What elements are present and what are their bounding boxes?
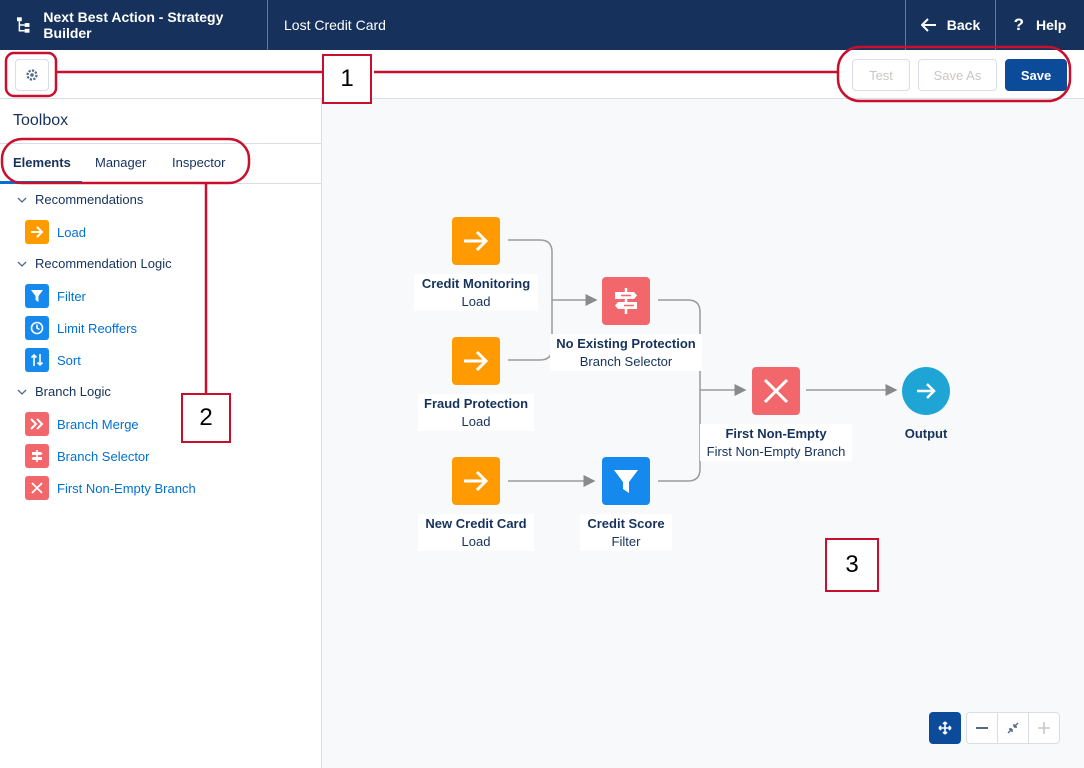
signpost-icon bbox=[25, 444, 49, 468]
app-title: Next Best Action - Strategy Builder bbox=[43, 9, 224, 41]
toolbox-title: Toolbox bbox=[13, 112, 69, 129]
node-new-credit-card[interactable] bbox=[452, 457, 500, 505]
group-recommendations[interactable]: Recommendations bbox=[15, 192, 143, 207]
group-recommendation-logic[interactable]: Recommendation Logic bbox=[15, 256, 172, 271]
toolbox-item-branch-selector[interactable]: Branch Selector bbox=[25, 444, 150, 468]
item-label: Limit Reoffers bbox=[57, 320, 137, 336]
node-output[interactable] bbox=[902, 367, 950, 415]
chevron-down-icon bbox=[17, 389, 27, 395]
tab-manager[interactable]: Manager bbox=[95, 155, 146, 170]
sort-icon bbox=[25, 348, 49, 372]
node-first-non-empty[interactable] bbox=[752, 367, 800, 415]
back-button[interactable]: Back bbox=[905, 0, 995, 50]
arrow-right-icon bbox=[917, 383, 936, 399]
arrow-right-icon bbox=[464, 470, 489, 492]
node-credit-monitoring[interactable] bbox=[452, 217, 500, 265]
callout-1: 1 bbox=[322, 54, 372, 104]
clock-icon bbox=[25, 316, 49, 340]
node-label-credit-score: Credit Score Filter bbox=[580, 514, 672, 551]
node-label-credit-monitoring: Credit Monitoring Load bbox=[414, 274, 538, 311]
node-name: Credit Monitoring bbox=[421, 276, 531, 291]
zoom-controls bbox=[966, 712, 1060, 744]
node-name: First Non-Empty bbox=[725, 426, 827, 441]
item-label: Branch Merge bbox=[57, 416, 139, 432]
signpost-icon bbox=[615, 288, 637, 314]
save-as-button[interactable]: Save As bbox=[918, 59, 997, 91]
toolbox-item-filter[interactable]: Filter bbox=[25, 284, 86, 308]
node-label-fraud-protection: Fraud Protection Load bbox=[418, 394, 534, 431]
node-name: Output bbox=[904, 426, 948, 441]
move-icon bbox=[938, 721, 952, 735]
toolbox-item-load[interactable]: Load bbox=[25, 220, 86, 244]
node-type: First Non-Empty Branch bbox=[706, 444, 846, 459]
zoom-out-button[interactable] bbox=[967, 713, 998, 743]
toolbox-item-sort[interactable]: Sort bbox=[25, 348, 81, 372]
back-label: Back bbox=[946, 17, 981, 33]
filter-icon bbox=[25, 284, 49, 308]
save-button[interactable]: Save bbox=[1005, 59, 1067, 91]
tab-elements[interactable]: Elements bbox=[13, 155, 71, 170]
chevron-down-icon bbox=[17, 197, 27, 203]
app-title-area: Next Best Action - Strategy Builder bbox=[0, 0, 268, 50]
node-fraud-protection[interactable] bbox=[452, 337, 500, 385]
node-type: Branch Selector bbox=[579, 354, 673, 369]
filter-icon bbox=[614, 470, 638, 493]
x-icon bbox=[25, 476, 49, 500]
arrow-right-icon bbox=[464, 350, 489, 372]
help-button[interactable]: ? Help bbox=[995, 0, 1084, 50]
plus-icon bbox=[1038, 722, 1050, 734]
app-header: Next Best Action - Strategy Builder Lost… bbox=[0, 0, 1084, 50]
item-label: Sort bbox=[57, 352, 81, 368]
settings-button[interactable] bbox=[15, 59, 49, 91]
x-icon bbox=[763, 378, 789, 404]
item-label: Branch Selector bbox=[57, 448, 150, 464]
arrow-right-icon bbox=[464, 230, 489, 252]
node-type: Filter bbox=[611, 534, 641, 549]
merge-icon bbox=[25, 412, 49, 436]
help-label: Help bbox=[1036, 17, 1067, 33]
item-label: First Non-Empty Branch bbox=[57, 480, 196, 496]
arrow-left-icon bbox=[920, 18, 936, 32]
test-button[interactable]: Test bbox=[852, 59, 910, 91]
node-no-existing-protection[interactable] bbox=[602, 277, 650, 325]
tab-inspector[interactable]: Inspector bbox=[172, 155, 225, 170]
callout-3: 3 bbox=[825, 538, 879, 592]
group-label: Recommendations bbox=[35, 192, 144, 207]
item-label: Filter bbox=[57, 288, 86, 304]
gear-icon bbox=[26, 69, 38, 81]
pan-mode-button[interactable] bbox=[929, 712, 961, 744]
toolbox-item-first-non-empty-branch[interactable]: First Non-Empty Branch bbox=[25, 476, 196, 500]
node-name: No Existing Protection bbox=[556, 336, 696, 351]
node-name: Fraud Protection bbox=[424, 396, 529, 411]
node-label-no-existing-protection: No Existing Protection Branch Selector bbox=[550, 334, 702, 371]
callout-2: 2 bbox=[181, 393, 231, 443]
node-type: Load bbox=[461, 414, 491, 429]
node-name: Credit Score bbox=[587, 516, 665, 531]
node-type: Load bbox=[461, 534, 491, 549]
item-label: Load bbox=[57, 224, 86, 240]
node-label-first-non-empty: First Non-Empty First Non-Empty Branch bbox=[700, 424, 852, 461]
toolbox-item-branch-merge[interactable]: Branch Merge bbox=[25, 412, 139, 436]
strategy-builder-icon bbox=[16, 17, 30, 33]
page-title-text: Lost Credit Card bbox=[284, 17, 386, 33]
arrow-right-icon bbox=[25, 220, 49, 244]
node-label-output: Output bbox=[894, 424, 958, 443]
chevron-down-icon bbox=[17, 261, 27, 267]
zoom-in-button[interactable] bbox=[1029, 713, 1059, 743]
node-type: Load bbox=[461, 294, 491, 309]
node-name: New Credit Card bbox=[425, 516, 527, 531]
page-title: Lost Credit Card bbox=[268, 0, 905, 50]
group-label: Branch Logic bbox=[35, 384, 111, 399]
active-tab-indicator bbox=[0, 181, 82, 184]
minus-icon bbox=[976, 727, 988, 729]
shrink-icon bbox=[1007, 722, 1019, 734]
group-label: Recommendation Logic bbox=[35, 256, 172, 271]
node-label-new-credit-card: New Credit Card Load bbox=[418, 514, 534, 551]
help-icon: ? bbox=[1013, 15, 1025, 34]
fit-to-view-button[interactable] bbox=[998, 713, 1029, 743]
toolbox-item-limit-reoffers[interactable]: Limit Reoffers bbox=[25, 316, 137, 340]
node-credit-score[interactable] bbox=[602, 457, 650, 505]
group-branch-logic[interactable]: Branch Logic bbox=[15, 384, 111, 399]
